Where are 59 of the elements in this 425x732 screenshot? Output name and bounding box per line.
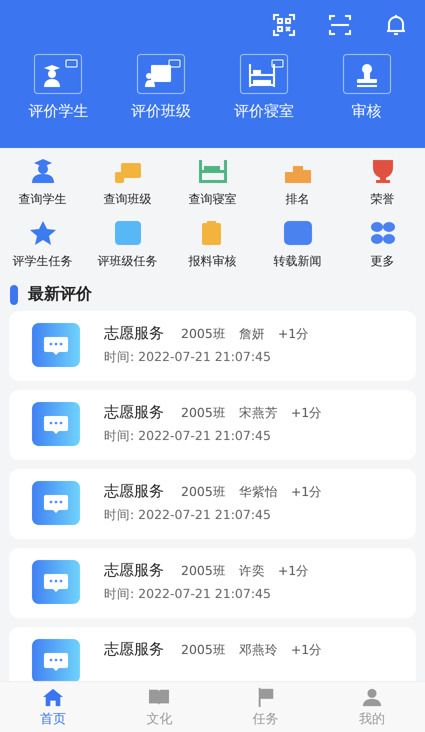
- shortcut-button[interactable]: 评班级任务: [85, 220, 170, 270]
- evaluation-card[interactable]: 志愿服务 2005班 詹妍 +1分 时间: 2022-07-21 21:07:45: [9, 311, 416, 381]
- class-name: 2005班: [181, 642, 226, 659]
- section-title: 最新评价: [28, 284, 92, 305]
- score-text: +1分: [278, 563, 310, 580]
- evaluation-title: 志愿服务: [104, 640, 164, 659]
- time-text: 时间: 2022-07-21 21:07:45: [104, 349, 272, 366]
- chat-bubble-icon: [32, 560, 80, 604]
- chat-bubble-icon: [32, 481, 80, 525]
- score-text: +1分: [290, 642, 322, 659]
- shortcut-button[interactable]: 报料审核: [170, 220, 255, 270]
- book-icon: [147, 686, 172, 706]
- shortcut-button[interactable]: 荣誉: [340, 158, 425, 208]
- evaluation-card[interactable]: 志愿服务 2005班 宋燕芳 +1分 时间: 2022-07-21 21:07:45: [9, 390, 416, 460]
- bunk-bed-chat-icon: [240, 54, 288, 94]
- time-text: 时间: 2022-07-21 21:07:45: [104, 586, 272, 603]
- tab-button[interactable]: 首页: [0, 682, 106, 732]
- score-text: +1分: [290, 484, 322, 501]
- bell-icon[interactable]: [384, 13, 408, 37]
- evaluation-card[interactable]: 志愿服务 2005班 许奕 +1分 时间: 2022-07-21 21:07:45: [9, 548, 416, 618]
- main-action-button[interactable]: 评价寝室: [218, 54, 309, 121]
- time-text: 时间: 2022-07-21 21:07:45: [104, 428, 272, 445]
- score-text: +1分: [290, 405, 322, 422]
- class-name: 2005班: [181, 405, 226, 422]
- main-action-button[interactable]: 评价班级: [116, 54, 206, 121]
- student-name: 詹妍: [238, 326, 265, 343]
- student-name: 宋燕芳: [238, 405, 278, 422]
- shortcut-button[interactable]: 查询学生: [0, 158, 85, 208]
- evaluation-title: 志愿服务: [104, 561, 164, 580]
- stamp-icon: [342, 54, 391, 94]
- main-action-button[interactable]: 审核: [322, 54, 412, 121]
- chat-bubble-icon: [32, 402, 80, 446]
- evaluation-title: 志愿服务: [104, 403, 164, 422]
- shortcut-button[interactable]: 更多: [340, 220, 425, 270]
- class-name: 2005班: [181, 563, 226, 580]
- time-text: 时间: 2022-07-21 21:07:45: [104, 507, 272, 524]
- shortcut-button[interactable]: 查询班级: [85, 158, 170, 208]
- student-name: 华紫怡: [238, 484, 278, 501]
- qr-code-icon[interactable]: [272, 13, 296, 37]
- scan-icon[interactable]: [328, 13, 352, 37]
- shortcut-button[interactable]: 评学生任务: [0, 220, 85, 270]
- classroom-chat-icon: [137, 54, 186, 94]
- shortcut-button[interactable]: 转载新闻: [255, 220, 340, 270]
- score-text: +1分: [278, 326, 310, 343]
- shortcut-button[interactable]: 排名: [255, 158, 340, 208]
- main-action-button[interactable]: 评价学生: [13, 54, 104, 121]
- evaluation-title: 志愿服务: [104, 482, 164, 501]
- evaluation-title: 志愿服务: [104, 324, 164, 343]
- chat-bubble-icon: [32, 323, 80, 367]
- evaluation-card[interactable]: 志愿服务 2005班 华紫怡 +1分 时间: 2022-07-21 21:07:45: [9, 469, 416, 539]
- evaluation-card[interactable]: 志愿服务 2005班 邓燕玲 +1分: [9, 627, 416, 681]
- shortcut-button[interactable]: 查询寝室: [170, 158, 255, 208]
- student-name: 邓燕玲: [238, 642, 278, 659]
- class-name: 2005班: [181, 484, 226, 501]
- student-name: 许奕: [238, 563, 265, 580]
- student-chat-icon: [34, 54, 82, 94]
- class-name: 2005班: [181, 326, 226, 343]
- section-marker: [10, 284, 18, 304]
- home-icon: [41, 686, 66, 706]
